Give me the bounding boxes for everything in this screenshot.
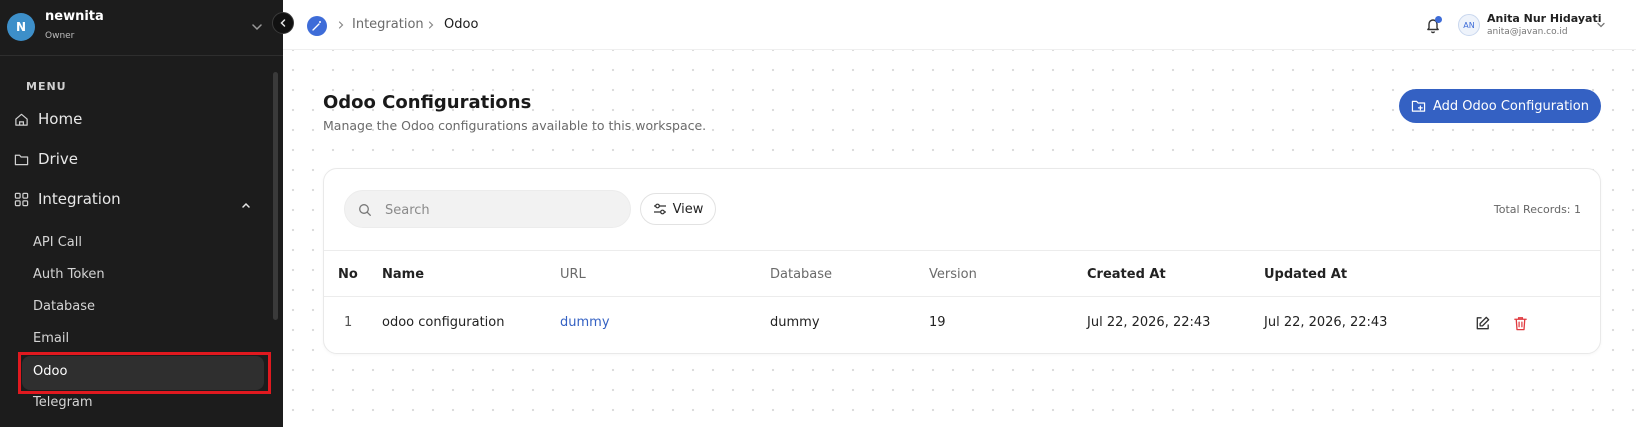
folder-icon	[14, 154, 29, 165]
sidebar: N newnita Owner MENU Home Drive Integrat…	[0, 0, 283, 427]
cell-database: dummy	[770, 315, 820, 330]
search-icon	[359, 204, 371, 216]
grid-icon	[14, 192, 29, 206]
sidebar-scrollbar[interactable]	[273, 72, 278, 320]
sidebar-subitem-database[interactable]: Database	[33, 299, 95, 314]
column-header-no: No	[338, 267, 358, 282]
breadcrumb-integration[interactable]: Integration	[352, 17, 424, 32]
sidebar-item-drive[interactable]: Drive	[14, 150, 78, 168]
column-header-version: Version	[929, 267, 977, 282]
chevron-right-icon	[338, 21, 344, 29]
cell-name: odoo configuration	[382, 315, 505, 330]
breadcrumb-odoo: Odoo	[444, 17, 479, 32]
table-header: No Name URL Database Version Created At …	[324, 250, 1600, 297]
search-input[interactable]	[385, 200, 615, 220]
top-bar: Integration Odoo AN Anita Nur Hidayati a…	[283, 0, 1636, 50]
add-button-label: Add Odoo Configuration	[1433, 98, 1589, 114]
notification-dot	[1435, 16, 1442, 23]
add-odoo-configuration-button[interactable]: Add Odoo Configuration	[1399, 89, 1601, 123]
workspace-role: Owner	[45, 31, 75, 41]
sidebar-item-label: Home	[38, 110, 83, 128]
highlight-box	[18, 352, 271, 394]
cell-created-at: Jul 22, 2026, 22:43	[1087, 315, 1211, 330]
main-content: Integration Odoo AN Anita Nur Hidayati a…	[283, 0, 1636, 427]
configurations-table-card: View Total Records: 1 No Name URL Databa…	[323, 168, 1601, 354]
sidebar-item-label: Drive	[38, 150, 78, 168]
sliders-icon	[653, 203, 666, 215]
user-avatar[interactable]: AN	[1458, 14, 1480, 36]
cell-updated-at: Jul 22, 2026, 22:43	[1264, 315, 1388, 330]
workspace-name: newnita	[45, 9, 104, 24]
column-header-updated-at: Updated At	[1264, 267, 1348, 282]
table-row: 1 odoo configuration dummy dummy 19 Jul …	[324, 297, 1600, 353]
cell-url[interactable]: dummy	[560, 315, 610, 330]
trash-icon[interactable]	[1512, 315, 1529, 332]
chevron-left-icon	[280, 19, 286, 27]
sidebar-item-label: Integration	[38, 190, 121, 208]
view-button-label: View	[672, 201, 704, 217]
sidebar-subitem-api-call[interactable]: API Call	[33, 235, 82, 250]
cell-version: 19	[929, 315, 946, 330]
chevron-up-icon[interactable]	[240, 199, 252, 211]
workspace-avatar: N	[7, 13, 35, 41]
column-header-url: URL	[560, 267, 586, 282]
search-box[interactable]	[344, 190, 631, 228]
folder-plus-icon	[1411, 100, 1426, 112]
column-header-name: Name	[382, 267, 425, 282]
menu-section-label: MENU	[26, 80, 67, 93]
sidebar-item-integration[interactable]: Integration	[14, 190, 121, 208]
home-icon	[15, 113, 28, 126]
sidebar-subitem-email[interactable]: Email	[33, 331, 69, 346]
chevron-right-icon	[428, 21, 434, 29]
wand-icon[interactable]	[307, 16, 327, 36]
workspace-switcher[interactable]: N newnita Owner	[0, 0, 283, 56]
page-subtitle: Manage the Odoo configurations available…	[323, 118, 707, 133]
user-email: anita@javan.co.id	[1487, 27, 1568, 37]
user-name[interactable]: Anita Nur Hidayati	[1487, 12, 1601, 25]
collapse-sidebar-button[interactable]	[272, 12, 294, 34]
sidebar-subitem-telegram[interactable]: Telegram	[33, 395, 93, 410]
chevron-down-icon	[252, 24, 262, 31]
chevron-down-icon[interactable]	[1596, 20, 1606, 30]
column-header-created-at: Created At	[1087, 267, 1166, 282]
column-header-database: Database	[770, 267, 833, 282]
edit-icon[interactable]	[1474, 315, 1491, 332]
view-button[interactable]: View	[640, 193, 716, 225]
sidebar-item-home[interactable]: Home	[14, 110, 82, 128]
page-title: Odoo Configurations	[323, 92, 532, 113]
total-records: Total Records: 1	[1493, 203, 1581, 216]
sidebar-subitem-auth-token[interactable]: Auth Token	[33, 267, 105, 282]
cell-no: 1	[344, 315, 353, 330]
